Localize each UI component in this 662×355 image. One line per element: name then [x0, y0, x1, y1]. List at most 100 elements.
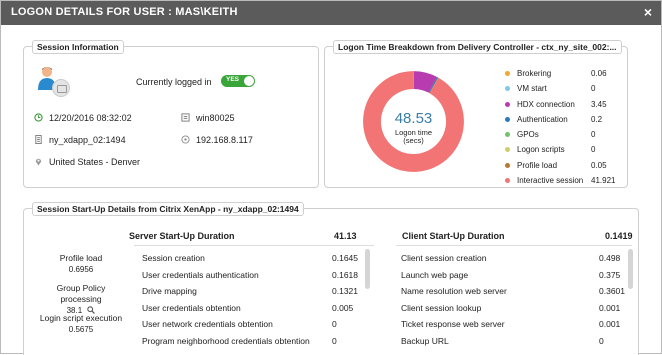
location: United States - Denver	[34, 157, 140, 167]
legend-dot	[505, 71, 510, 76]
legend-dot	[505, 86, 510, 91]
network-icon	[181, 135, 190, 144]
logged-in-toggle[interactable]: YES	[221, 75, 255, 87]
table-row: Drive mapping 0.1321	[142, 286, 372, 303]
client-scrollbar[interactable]	[628, 249, 633, 289]
legend-label: Logon scripts	[517, 145, 565, 154]
legend-label: HDX connection	[517, 100, 575, 109]
dialog-titlebar: LOGON DETAILS FOR USER : MAS\KEITH ×	[1, 1, 661, 25]
clock-login-icon	[34, 113, 43, 122]
side-profile-load-label: Profile load	[36, 253, 126, 264]
toggle-label: YES	[226, 76, 239, 83]
legend-dot	[505, 117, 510, 122]
row-value: 0.1618	[332, 270, 358, 280]
monitor-icon	[52, 79, 70, 97]
side-login-script-label: Login script execution	[36, 313, 126, 324]
row-label: Name resolution web server	[401, 286, 507, 296]
row-label: Ticket response web server	[401, 319, 505, 329]
row-value: 0.1321	[332, 286, 358, 296]
table-row: Launch web page 0.375	[401, 270, 639, 287]
dialog-title: LOGON DETAILS FOR USER : MAS\KEITH	[11, 6, 238, 18]
table-row: Backup URL 0	[401, 336, 639, 353]
row-label: Client session lookup	[401, 303, 481, 313]
server-header-divider	[134, 245, 374, 246]
logon-details-dialog: LOGON DETAILS FOR USER : MAS\KEITH × Ses…	[0, 0, 662, 354]
row-label: Session creation	[142, 253, 205, 263]
row-value: 0.1645	[332, 253, 358, 263]
table-row: User network credentials obtention 0	[142, 319, 372, 336]
document-icon	[34, 135, 43, 144]
close-icon[interactable]: ×	[644, 4, 652, 20]
logged-in-label: Currently logged in	[136, 77, 212, 87]
server-startup-title: Server Start-Up Duration	[129, 231, 235, 241]
breakdown-panel-title: Logon Time Breakdown from Delivery Contr…	[333, 40, 622, 54]
table-row: Name resolution web server 0.3601	[401, 286, 639, 303]
legend-item: HDX connection 3.45	[505, 100, 625, 115]
legend-item: Brokering0.06	[505, 69, 625, 84]
table-row: User credentials obtention 0.005	[142, 303, 372, 320]
row-label: User credentials authentication	[142, 270, 259, 280]
server-startup-total: 41.13	[334, 231, 357, 241]
side-profile-load-value: 0.6956	[36, 264, 126, 275]
startup-panel-title: Session Start-Up Details from Citrix Xen…	[32, 202, 304, 216]
client-header-divider	[396, 245, 632, 246]
row-label: Drive mapping	[142, 286, 197, 296]
row-label: User network credentials obtention	[142, 319, 273, 329]
legend-item: Interactive session41.921	[505, 176, 625, 191]
server-icon	[181, 113, 190, 122]
side-login-script: Login script execution 0.5675	[36, 313, 126, 335]
legend-dot	[505, 147, 510, 152]
breakdown-legend: Brokering0.06VM start 0 HDX connection 3.45…	[505, 69, 625, 191]
row-value: 0	[332, 336, 337, 346]
legend-value: 41.921	[591, 176, 615, 185]
table-row: Session creation 0.1645	[142, 253, 372, 270]
row-value: 0.498	[599, 253, 620, 263]
machine-value: win80025	[196, 113, 235, 123]
row-value: 0.375	[599, 270, 620, 280]
logon-time-unit: (secs)	[361, 137, 466, 145]
legend-item: VM start 0	[505, 84, 625, 99]
legend-value: 3.45	[591, 100, 607, 109]
legend-value: 0	[591, 130, 595, 139]
client-startup-total: 0.1419	[605, 231, 633, 241]
logon-time-caption: Logon time (secs)	[361, 129, 466, 145]
legend-item: Profile load0.05	[505, 161, 625, 176]
row-value: 0	[332, 319, 337, 329]
server-scrollbar[interactable]	[365, 249, 370, 289]
logon-datetime: 12/20/2016 08:32:02	[34, 113, 132, 123]
legend-item: Authentication0.2	[505, 115, 625, 130]
row-label: Backup URL	[401, 336, 449, 346]
legend-label: Brokering	[517, 69, 551, 78]
legend-dot	[505, 178, 510, 183]
legend-item: Logon scripts 0	[505, 145, 625, 160]
legend-value: 0	[591, 84, 595, 93]
side-group-policy: Group Policy processing 38.1	[36, 283, 126, 316]
ip-address: 192.168.8.117	[181, 135, 253, 145]
delivery-server: ny_xdapp_02:1494	[34, 135, 126, 145]
row-value: 0.001	[599, 303, 620, 313]
legend-label: VM start	[517, 84, 547, 93]
logon-time-total: 48.53	[361, 110, 466, 127]
row-value: 0.3601	[599, 286, 625, 296]
row-label: User credentials obtention	[142, 303, 241, 313]
location-pin-icon	[34, 157, 43, 166]
row-value: 0.005	[332, 303, 353, 313]
machine-name: win80025	[181, 113, 235, 123]
startup-details-panel: Session Start-Up Details from Citrix Xen…	[23, 208, 639, 355]
legend-label: Profile load	[517, 161, 557, 170]
table-row: Client session lookup 0.001	[401, 303, 639, 320]
logon-breakdown-panel: Logon Time Breakdown from Delivery Contr…	[324, 46, 628, 188]
legend-label: GPOs	[517, 130, 539, 139]
toggle-knob	[244, 76, 254, 86]
datetime-value: 12/20/2016 08:32:02	[49, 113, 132, 123]
legend-dot	[505, 132, 510, 137]
legend-value: 0	[591, 145, 595, 154]
client-startup-title: Client Start-Up Duration	[402, 231, 505, 241]
table-row: Ticket response web server0.001	[401, 319, 639, 336]
session-panel-title: Session Information	[32, 40, 124, 54]
side-profile-load: Profile load 0.6956	[36, 253, 126, 275]
legend-label: Authentication	[517, 115, 568, 124]
row-label: Client session creation	[401, 253, 487, 263]
row-label: Launch web page	[401, 270, 468, 280]
row-value: 0	[599, 336, 604, 346]
